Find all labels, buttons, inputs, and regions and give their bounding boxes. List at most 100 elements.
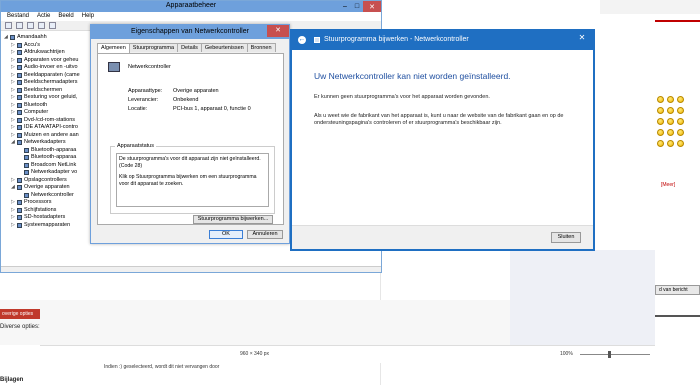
- expand-arrow-icon[interactable]: ▷: [11, 57, 15, 65]
- update-driver-button[interactable]: Stuurprogramma bijwerken...: [193, 215, 273, 224]
- tree-item[interactable]: ▷ Besturing voor geluid,: [4, 94, 94, 102]
- tree-item[interactable]: Bluetooth-apparaa: [4, 154, 94, 162]
- tab-stuurprogramma[interactable]: Stuurprogramma: [128, 43, 179, 52]
- expand-arrow-icon[interactable]: ▷: [11, 207, 15, 215]
- tree-item[interactable]: ▷ Beeldschermadapters: [4, 79, 94, 87]
- property-row: Leverancier: Onbekend: [128, 97, 278, 103]
- minimize-button[interactable]: –: [339, 1, 351, 12]
- tree-item[interactable]: Broadcom NetLink: [4, 162, 94, 170]
- expand-arrow-icon[interactable]: ▷: [11, 109, 15, 117]
- tab-details[interactable]: Details: [177, 43, 202, 52]
- property-row: Locatie: PCI-bus 1, apparaat 0, functie …: [128, 106, 278, 112]
- menu-bestand[interactable]: Bestand: [7, 12, 29, 21]
- tree-item[interactable]: ▷ Processors: [4, 199, 94, 207]
- expand-arrow-icon[interactable]: ▷: [11, 177, 15, 185]
- help-icon[interactable]: [38, 22, 45, 29]
- menu-help[interactable]: Help: [82, 12, 94, 21]
- expand-arrow-icon[interactable]: ▷: [11, 102, 15, 110]
- tree-item[interactable]: ◢ Overige apparaten: [4, 184, 94, 192]
- device-status-text[interactable]: De stuurprogramma's voor dit apparaat zi…: [116, 153, 269, 207]
- smiley-icon[interactable]: [667, 140, 674, 147]
- tree-item-label: Beeldapparaten (came: [24, 71, 80, 78]
- tree-item[interactable]: ◢ Amandaahh: [4, 34, 94, 42]
- expand-arrow-icon[interactable]: ▷: [11, 214, 15, 222]
- tree-item[interactable]: ▷ Beeldschermen: [4, 87, 94, 95]
- device-category-icon: [17, 125, 22, 131]
- back-arrow-icon[interactable]: ←: [298, 36, 306, 44]
- zoom-slider-track[interactable]: [580, 354, 650, 355]
- tree-item[interactable]: ▷ Computer: [4, 109, 94, 117]
- smiley-icon[interactable]: [667, 129, 674, 136]
- smiley-icon[interactable]: [657, 129, 664, 136]
- expand-arrow-icon[interactable]: ▷: [11, 199, 15, 207]
- smiley-icon[interactable]: [667, 118, 674, 125]
- tree-item[interactable]: ◢ Netwerkadapters: [4, 139, 94, 147]
- expand-arrow-icon[interactable]: ▷: [11, 49, 15, 57]
- smiley-icon[interactable]: [667, 96, 674, 103]
- forward-icon[interactable]: [16, 22, 23, 29]
- menu-beeld[interactable]: Beeld: [58, 12, 73, 21]
- post-button[interactable]: d van bericht: [655, 285, 700, 295]
- tree-item[interactable]: ▷ Systeemapparaten: [4, 222, 94, 230]
- expand-arrow-icon[interactable]: ▷: [11, 42, 15, 50]
- smiley-icon[interactable]: [657, 140, 664, 147]
- expand-arrow-icon[interactable]: ▷: [11, 132, 15, 140]
- tab-algemeen[interactable]: Algemeen: [97, 43, 130, 53]
- tree-item[interactable]: Netwerkadapter vo: [4, 169, 94, 177]
- zoom-slider-knob[interactable]: [608, 351, 611, 358]
- close-button[interactable]: ✕: [363, 1, 381, 12]
- expand-arrow-icon[interactable]: ▷: [11, 87, 15, 95]
- options-tab[interactable]: overige opties: [0, 309, 40, 319]
- maximize-button[interactable]: □: [351, 1, 363, 12]
- expand-arrow-icon[interactable]: ▷: [11, 64, 15, 72]
- tab-gebeurtenissen[interactable]: Gebeurtenissen: [200, 43, 248, 52]
- expand-arrow-icon[interactable]: ▷: [11, 72, 15, 80]
- tree-item[interactable]: Netwerkcontroller: [4, 192, 94, 200]
- tree-item[interactable]: ▷ Accu's: [4, 42, 94, 50]
- tree-item[interactable]: ▷ IDE ATA/ATAPI-contro: [4, 124, 94, 132]
- expand-arrow-icon[interactable]: ▷: [11, 117, 15, 125]
- tree-item[interactable]: ▷ Opslagcontrollers: [4, 177, 94, 185]
- tree-item[interactable]: ▷ Dvd-/cd-rom-stations: [4, 117, 94, 125]
- device-icon: [314, 37, 320, 43]
- smiley-icon[interactable]: [657, 107, 664, 114]
- smiley-icon[interactable]: [677, 107, 684, 114]
- smiley-icon[interactable]: [677, 129, 684, 136]
- smiley-icon[interactable]: [657, 118, 664, 125]
- tree-item[interactable]: ▷ Beeldapparaten (came: [4, 72, 94, 80]
- smiley-icon[interactable]: [667, 107, 674, 114]
- expand-arrow-icon[interactable]: ▷: [11, 124, 15, 132]
- device-category-icon: [17, 87, 22, 93]
- menu-actie[interactable]: Actie: [37, 12, 50, 21]
- tree-item[interactable]: ▷ Schijfstations: [4, 207, 94, 215]
- expand-arrow-icon[interactable]: ▷: [11, 79, 15, 87]
- close-icon[interactable]: ✕: [573, 32, 591, 44]
- expanded-arrow-icon[interactable]: ◢: [4, 34, 8, 42]
- tab-bronnen[interactable]: Bronnen: [246, 43, 276, 52]
- tree-item[interactable]: ▷ Audio-invoer en -uitvo: [4, 64, 94, 72]
- properties-icon[interactable]: [27, 22, 34, 29]
- tree-item[interactable]: ▷ Afdrukwachtrijen: [4, 49, 94, 57]
- smiley-icon[interactable]: [677, 118, 684, 125]
- tree-item[interactable]: ▷ Bluetooth: [4, 102, 94, 110]
- device-category-icon: [17, 95, 22, 101]
- expanded-arrow-icon[interactable]: ◢: [11, 184, 15, 192]
- close-wizard-button[interactable]: Sluiten: [551, 232, 581, 243]
- expanded-arrow-icon[interactable]: ◢: [11, 139, 15, 147]
- wizard-message: Er kunnen geen stuurprogramma's voor het…: [314, 94, 490, 100]
- tree-item[interactable]: ▷ Muizen en andere aan: [4, 132, 94, 140]
- expand-arrow-icon[interactable]: ▷: [11, 222, 15, 230]
- smiley-icon[interactable]: [677, 96, 684, 103]
- expand-arrow-icon[interactable]: ▷: [11, 94, 15, 102]
- ok-button[interactable]: OK: [209, 230, 243, 239]
- more-link[interactable]: [Meer]: [661, 182, 675, 188]
- scan-icon[interactable]: [49, 22, 56, 29]
- back-icon[interactable]: [5, 22, 12, 29]
- tree-item[interactable]: ▷ SD-hostadapters: [4, 214, 94, 222]
- cancel-button[interactable]: Annuleren: [247, 230, 283, 239]
- close-button[interactable]: ✕: [267, 25, 289, 37]
- tree-item[interactable]: Bluetooth-apparaa: [4, 147, 94, 155]
- smiley-icon[interactable]: [657, 96, 664, 103]
- smiley-icon[interactable]: [677, 140, 684, 147]
- tree-item[interactable]: ▷ Apparaten voor geheu: [4, 57, 94, 65]
